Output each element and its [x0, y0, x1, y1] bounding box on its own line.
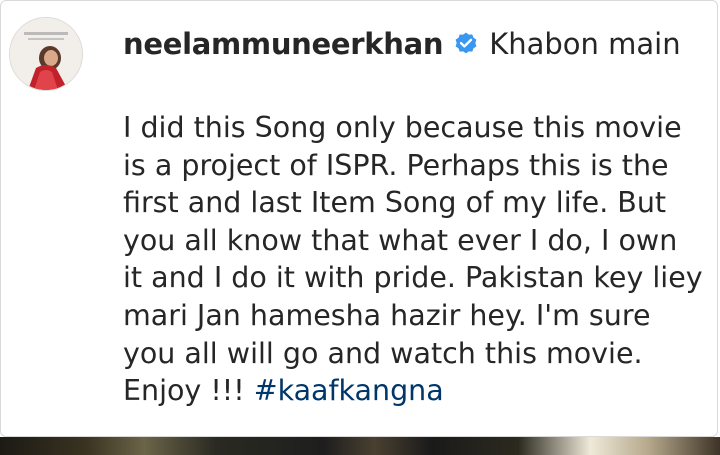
image-strip	[0, 437, 720, 455]
comment-card: neelammuneerkhan Khabon main I did this …	[0, 0, 718, 437]
caption-body: I did this Song only because this movie …	[123, 111, 703, 408]
username-link[interactable]: neelammuneerkhan	[123, 27, 444, 61]
verified-badge-icon	[453, 31, 479, 57]
hashtag-link[interactable]: #kaafkangna	[254, 374, 444, 407]
avatar[interactable]	[9, 17, 83, 91]
post-title: Khabon main	[489, 27, 681, 61]
comment-header: neelammuneerkhan Khabon main	[123, 19, 681, 69]
avatar-image	[10, 18, 82, 90]
caption-text: I did this Song only because this movie …	[123, 109, 703, 410]
